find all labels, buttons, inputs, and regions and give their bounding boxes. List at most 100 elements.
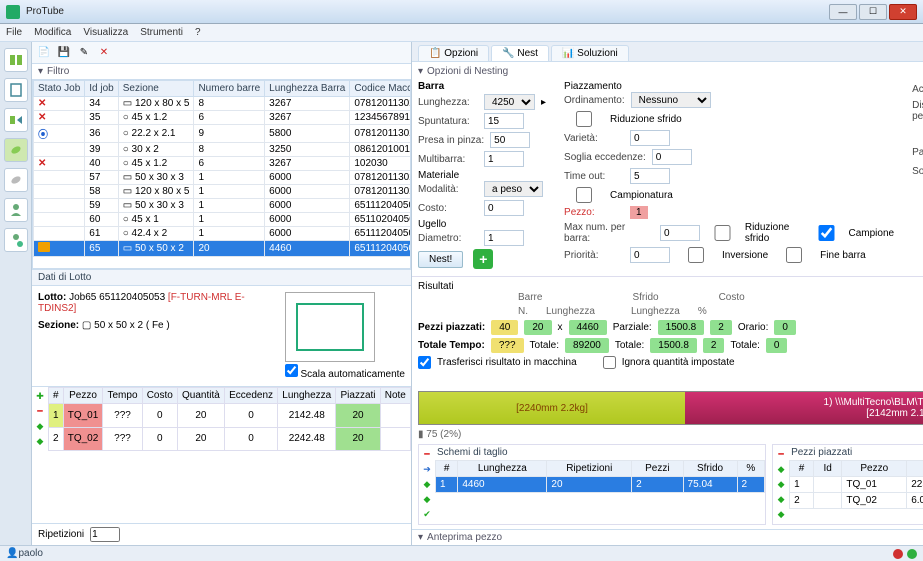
tb-save-icon[interactable]: 💾 <box>56 45 72 61</box>
pezzo-row[interactable]: 2TQ_02???02002242.4820 <box>49 427 411 451</box>
job-row[interactable]: 60○ 45 x 116000651102040505145 <box>34 213 412 227</box>
up2-icon[interactable]: ◆ <box>775 494 787 505</box>
menu-visualizza[interactable]: Visualizza <box>83 27 128 38</box>
tool-3[interactable] <box>4 108 28 132</box>
varieta-label: Varietà: <box>564 133 624 144</box>
inversione2-checkbox[interactable] <box>912 182 923 198</box>
ugello-label: Ugello <box>418 219 546 230</box>
rotazione-checkbox[interactable] <box>912 125 923 141</box>
rid-sfrido-checkbox[interactable] <box>706 225 739 241</box>
tb-new-icon[interactable]: 📄 <box>36 45 52 61</box>
tool-7[interactable] <box>4 228 28 252</box>
tool-4-active[interactable] <box>4 138 28 162</box>
left-toolbar: 📄 💾 ✎ ✕ <box>32 42 411 64</box>
job-row[interactable]: ✕40○ 45 x 1.2632671020303:15 <box>34 157 412 171</box>
check-icon[interactable]: ✔ <box>421 509 433 520</box>
remove-icon[interactable]: ━ <box>421 449 433 460</box>
costo-input[interactable] <box>484 200 524 216</box>
job-col[interactable]: Sezione <box>118 81 194 97</box>
modalita-label: Modalità: <box>418 184 478 195</box>
job-row[interactable]: 61○ 42.4 x 216000651112040505159.3 <box>34 227 412 241</box>
dn-icon[interactable]: ◆ <box>34 436 46 447</box>
tab-opzioni[interactable]: 📋 Opzioni <box>418 45 489 61</box>
job-row[interactable]: ⦿36○ 22.2 x 2.195800078120113020510:22.4 <box>34 125 412 143</box>
job-row[interactable]: 39○ 30 x 28325008612010010702??? <box>34 143 412 157</box>
jobs-grid[interactable]: Stato JobId jobSezioneNumero barreLunghe… <box>32 79 411 269</box>
dn-icon[interactable]: ◆ <box>775 479 787 490</box>
timeout-input[interactable] <box>630 168 670 184</box>
job-row[interactable]: 65▭ 50 x 50 x 22044606511120405053??? <box>34 241 412 257</box>
pezzi-controls: ✚ ━ ◆ ◆ <box>32 387 48 451</box>
job-row[interactable]: ✕34▭ 120 x 80 x 583267078120113020510:19… <box>34 97 412 111</box>
job-row[interactable]: 58▭ 120 x 80 x 51600007812011302052:16.9 <box>34 185 412 199</box>
filtro-header[interactable]: ▾ Filtro <box>32 64 411 79</box>
plus-button[interactable]: + <box>473 249 493 269</box>
scala-checkbox[interactable] <box>285 364 298 377</box>
arrow-right-icon[interactable]: ▸ <box>541 97 546 108</box>
pezzo-row[interactable]: 1TQ_01???02002142.4820 <box>49 404 411 428</box>
piazzati-header: Pezzi piazzati <box>789 445 923 460</box>
presa-input[interactable] <box>490 132 530 148</box>
tool-6[interactable] <box>4 198 28 222</box>
campionatura-checkbox[interactable] <box>564 187 604 203</box>
job-col[interactable]: Id job <box>85 81 118 97</box>
priorita-input[interactable] <box>630 247 670 263</box>
tab-nest[interactable]: 🔧 Nest <box>491 45 549 61</box>
led-red <box>893 549 903 559</box>
campione-checkbox[interactable] <box>810 225 843 241</box>
soglia-ecc-input[interactable] <box>652 149 692 165</box>
side-toolbar <box>0 42 32 545</box>
close-button[interactable]: ✕ <box>889 4 917 20</box>
user-icon: 👤 <box>6 548 18 559</box>
job-col[interactable]: Numero barre <box>194 81 265 97</box>
fine-barra-checkbox[interactable] <box>774 247 814 263</box>
modalita-select[interactable]: a peso <box>484 181 543 197</box>
diametro-input[interactable] <box>484 230 524 246</box>
job-row[interactable]: 59▭ 50 x 30 x 3160006511120405053??? <box>34 199 412 213</box>
max-barra-input[interactable] <box>660 225 700 241</box>
dn-icon[interactable]: ◆ <box>421 494 433 505</box>
remove-icon[interactable]: ━ <box>34 406 46 417</box>
tool-2[interactable] <box>4 78 28 102</box>
inversione-checkbox[interactable] <box>676 247 716 263</box>
nest-button[interactable]: Nest! <box>418 251 463 268</box>
up-icon[interactable]: ◆ <box>421 479 433 490</box>
lunghezza-select[interactable]: 4250 <box>484 94 535 110</box>
job-col[interactable]: Codice Macchina <box>350 81 411 97</box>
ordinamento-select[interactable]: Nessuno <box>631 92 711 108</box>
remove-icon[interactable]: ━ <box>775 449 787 460</box>
arrow-icon[interactable]: ➔ <box>421 464 433 475</box>
add-icon[interactable]: ✚ <box>34 391 46 402</box>
soglia-ecc-label: Soglia eccedenze: <box>564 152 646 163</box>
menu-file[interactable]: File <box>6 27 22 38</box>
tool-5[interactable] <box>4 168 28 192</box>
minimize-button[interactable]: — <box>829 4 857 20</box>
maximize-button[interactable]: ☐ <box>859 4 887 20</box>
job-col[interactable]: Stato Job <box>34 81 85 97</box>
job-row[interactable]: 57▭ 50 x 30 x 3160000781201130205??? <box>34 171 412 185</box>
spuntatura-input[interactable] <box>484 113 524 129</box>
ignora-checkbox[interactable] <box>603 356 616 369</box>
piazzati-row[interactable]: 2TQ_026.0400 <box>790 493 923 509</box>
trasferisci-checkbox[interactable] <box>418 356 431 369</box>
multibarra-input[interactable] <box>484 151 524 167</box>
varieta-input[interactable] <box>630 130 670 146</box>
tb-delete-icon[interactable]: ✕ <box>96 45 112 61</box>
job-row[interactable]: ✕35○ 45 x 1.263267123456789103:15 <box>34 111 412 125</box>
tool-1[interactable] <box>4 48 28 72</box>
up-icon[interactable]: ◆ <box>34 421 46 432</box>
distanza-label: Distanza fra pezzi: <box>912 100 923 122</box>
up-icon[interactable]: ◆ <box>775 464 787 475</box>
tab-soluzioni[interactable]: 📊 Soluzioni <box>551 45 629 61</box>
riduzione-checkbox[interactable] <box>564 111 604 127</box>
job-col[interactable]: Lunghezza Barra <box>265 81 350 97</box>
menu-modifica[interactable]: Modifica <box>34 27 71 38</box>
pezzi-grid[interactable]: ✚ ━ ◆ ◆ #PezzoTempoCostoQuantitàEccedenz… <box>32 386 411 451</box>
ripetizioni-input[interactable] <box>90 527 120 542</box>
menu-help[interactable]: ? <box>195 27 201 38</box>
piazzati-row[interactable]: 1TQ_012250.5200 <box>790 477 923 493</box>
menu-strumenti[interactable]: Strumenti <box>140 27 183 38</box>
tb-edit-icon[interactable]: ✎ <box>76 45 92 61</box>
dn2-icon[interactable]: ◆ <box>775 509 787 520</box>
pezzo-label: Pezzo: <box>564 207 624 218</box>
